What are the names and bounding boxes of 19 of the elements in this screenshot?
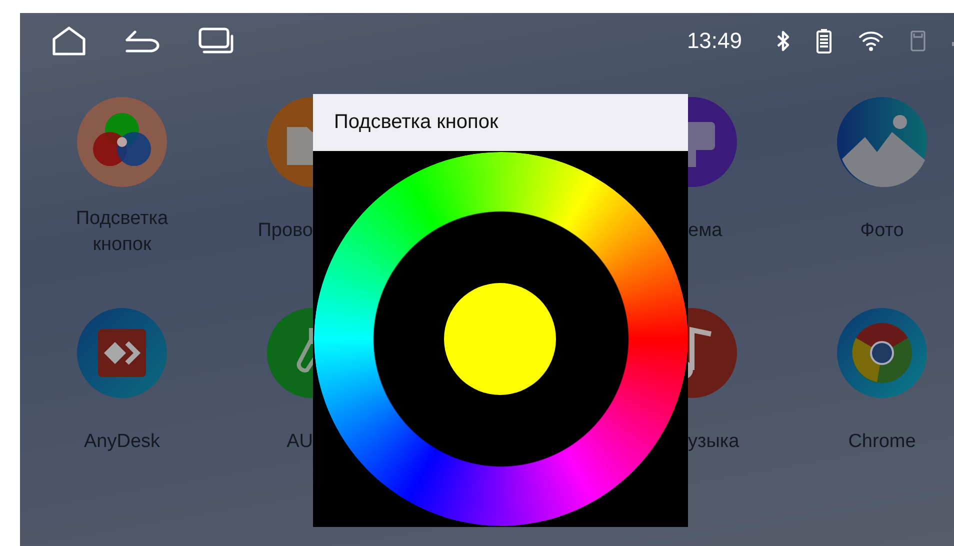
dialog-title: Подсветка кнопок <box>313 94 688 151</box>
app-label: Chrome <box>848 430 916 454</box>
app-label: AU <box>286 430 313 454</box>
app-label: Подсветка кнопок <box>74 207 170 257</box>
anydesk-icon[interactable] <box>77 308 167 398</box>
app-label: AnyDesk <box>84 430 160 454</box>
app-label: узыка <box>688 430 740 454</box>
battery-icon <box>816 28 832 54</box>
wifi-icon <box>858 30 884 52</box>
clock-time: 13:49 <box>686 28 742 54</box>
recent-apps-icon[interactable] <box>198 27 234 55</box>
back-icon[interactable] <box>124 29 160 53</box>
app-label: ема <box>688 219 722 243</box>
mountain-picture-icon[interactable] <box>837 97 927 187</box>
bluetooth-icon <box>776 30 790 52</box>
home-icon[interactable] <box>52 26 86 56</box>
app-label: Фото <box>860 219 904 243</box>
sd-card-icon <box>910 30 926 52</box>
app-label: Прово <box>258 219 313 243</box>
